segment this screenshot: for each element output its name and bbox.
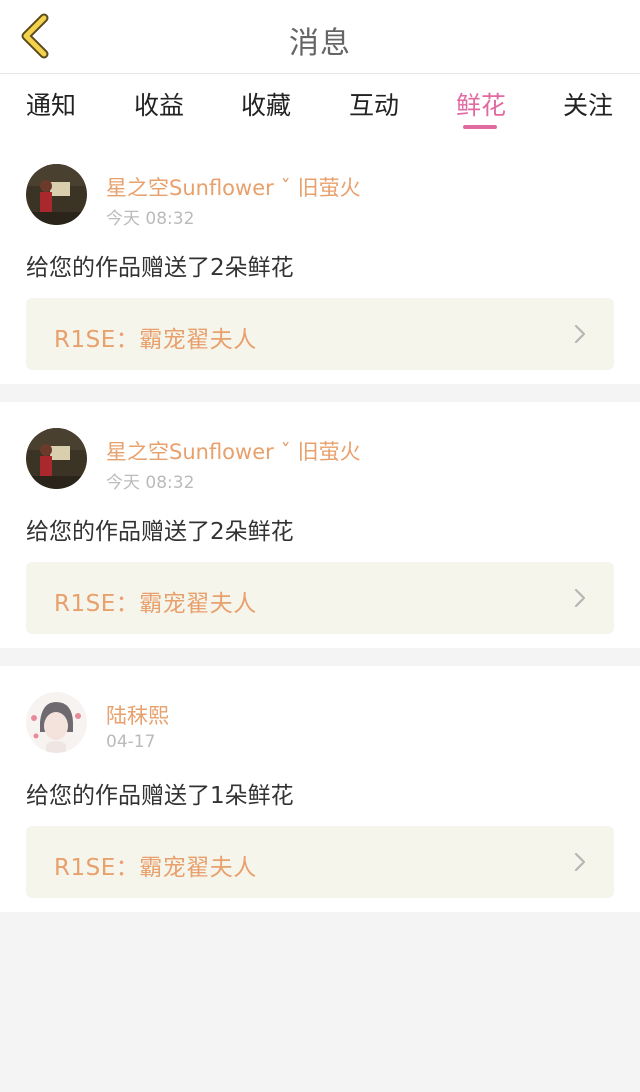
sender-name[interactable]: 星之空Sunflower ˇ 旧萤火 (106, 436, 361, 466)
message-text: 给您的作品赠送了2朵鲜花 (26, 519, 294, 545)
active-tab-indicator (463, 125, 497, 129)
timestamp: 04-17 (106, 732, 156, 752)
timestamp: 今天 08:32 (106, 473, 195, 493)
chevron-right-icon (574, 324, 586, 344)
tab-earnings[interactable]: 收益 (114, 86, 204, 130)
message-text: 给您的作品赠送了1朵鲜花 (26, 783, 294, 809)
page-title: 消息 (289, 26, 351, 61)
tab-favorites[interactable]: 收藏 (221, 86, 311, 130)
tab-flowers[interactable]: 鲜花 (436, 86, 526, 130)
message-text: 给您的作品赠送了2朵鲜花 (26, 255, 294, 281)
tab-following[interactable]: 关注 (543, 86, 633, 130)
tab-notice[interactable]: 通知 (6, 86, 96, 130)
work-link[interactable]: R1SE：霸宠翟夫人 (26, 826, 614, 898)
timestamp: 今天 08:32 (106, 209, 195, 229)
work-link[interactable]: R1SE：霸宠翟夫人 (26, 298, 614, 370)
work-title: R1SE：霸宠翟夫人 (54, 855, 257, 881)
chevron-right-icon (574, 852, 586, 872)
sender-name[interactable]: 陆秣熙 (106, 700, 169, 730)
tab-bar: 通知 收益 收藏 互动 鲜花 关注 (0, 74, 640, 138)
notification-card: 陆秣熙 04-17 给您的作品赠送了1朵鲜花 R1SE：霸宠翟夫人 (0, 666, 640, 912)
work-title: R1SE：霸宠翟夫人 (54, 327, 257, 353)
notification-card: 星之空Sunflower ˇ 旧萤火 今天 08:32 给您的作品赠送了2朵鲜花… (0, 138, 640, 384)
work-link[interactable]: R1SE：霸宠翟夫人 (26, 562, 614, 634)
avatar[interactable] (26, 428, 87, 489)
header-bar: 消息 (0, 0, 640, 74)
work-title: R1SE：霸宠翟夫人 (54, 591, 257, 617)
chevron-right-icon (574, 588, 586, 608)
avatar[interactable] (26, 164, 87, 225)
notification-card: 星之空Sunflower ˇ 旧萤火 今天 08:32 给您的作品赠送了2朵鲜花… (0, 402, 640, 648)
avatar[interactable] (26, 692, 87, 753)
sender-name[interactable]: 星之空Sunflower ˇ 旧萤火 (106, 172, 361, 202)
tab-interaction[interactable]: 互动 (329, 86, 419, 130)
